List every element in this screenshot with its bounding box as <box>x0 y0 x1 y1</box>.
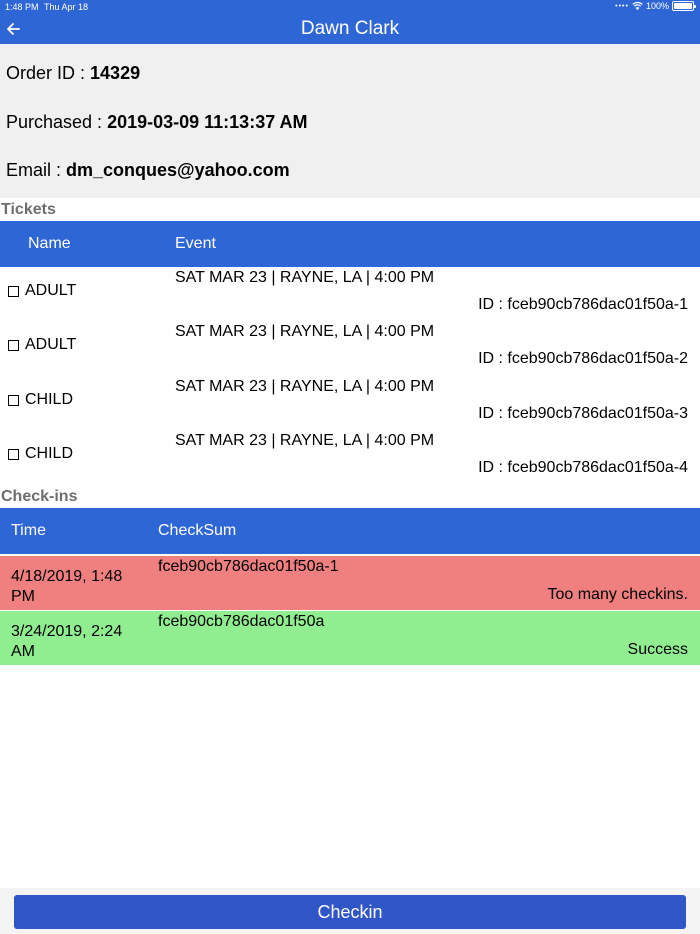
tickets-col-event: Event <box>175 235 216 252</box>
ticket-row[interactable]: CHILD SAT MAR 23 | RAYNE, LA | 4:00 PM I… <box>0 430 700 484</box>
ticket-name: CHILD <box>25 445 74 462</box>
footer-bar: Checkin <box>0 888 700 934</box>
ticket-name-cell: ADULT <box>8 336 76 354</box>
ticket-name: CHILD <box>25 391 74 408</box>
checkin-button[interactable]: Checkin <box>14 895 686 929</box>
ticket-row[interactable]: ADULT SAT MAR 23 | RAYNE, LA | 4:00 PM I… <box>0 321 700 375</box>
order-id-label: Order ID : <box>6 63 86 83</box>
ticket-name-cell: ADULT <box>8 282 76 300</box>
page-title: Dawn Clark <box>300 18 400 39</box>
purchased-label: Purchased : <box>6 112 103 132</box>
tickets-table-header: Name Event <box>0 221 700 267</box>
ticket-name-cell: CHILD <box>8 445 73 463</box>
battery-percent: 100% <box>645 1 669 11</box>
ticket-row[interactable]: CHILD SAT MAR 23 | RAYNE, LA | 4:00 PM I… <box>0 376 700 430</box>
order-id-row: Order ID : 14329 <box>6 63 140 84</box>
ticket-id: ID : fceb90cb786dac01f50a-4 <box>478 459 688 476</box>
email-label: Email : <box>6 160 62 180</box>
ticket-event: SAT MAR 23 | RAYNE, LA | 4:00 PM <box>175 323 435 340</box>
status-date: Thu Apr 18 <box>44 2 89 12</box>
battery-icon <box>672 1 696 11</box>
checkin-time: 4/18/2019, 1:48 PM <box>11 568 123 605</box>
checkin-status: Success <box>627 641 688 658</box>
status-bar: 1:48 PM Thu Apr 18 •••• 100% <box>0 0 700 14</box>
ticket-name: ADULT <box>25 282 77 299</box>
tickets-col-name: Name <box>28 235 71 252</box>
checkins-col-time: Time <box>11 522 46 539</box>
ticket-row[interactable]: ADULT SAT MAR 23 | RAYNE, LA | 4:00 PM I… <box>0 267 700 321</box>
checkin-row-error[interactable]: 4/18/2019, 1:48 PM fceb90cb786dac01f50a-… <box>0 556 700 610</box>
status-time: 1:48 PM <box>5 2 39 12</box>
checkbox-icon[interactable] <box>8 448 19 460</box>
ticket-name: ADULT <box>25 336 77 353</box>
checkin-status: Too many checkins. <box>547 586 688 603</box>
email-value: dm_conques@yahoo.com <box>66 160 290 180</box>
checkins-col-checksum: CheckSum <box>158 522 237 539</box>
checkin-checksum: fceb90cb786dac01f50a-1 <box>158 558 339 575</box>
purchased-value: 2019-03-09 11:13:37 AM <box>107 112 308 132</box>
checkbox-icon[interactable] <box>8 339 19 351</box>
ticket-event: SAT MAR 23 | RAYNE, LA | 4:00 PM <box>175 432 435 449</box>
checkins-section-title: Check-ins <box>1 488 78 505</box>
checkbox-icon[interactable] <box>8 394 19 406</box>
ticket-id: ID : fceb90cb786dac01f50a-2 <box>478 350 688 367</box>
nav-bar: Dawn Clark <box>0 14 700 44</box>
checkin-row-success[interactable]: 3/24/2019, 2:24 AM fceb90cb786dac01f50a … <box>0 611 700 665</box>
ticket-id: ID : fceb90cb786dac01f50a-3 <box>478 405 688 422</box>
ticket-event: SAT MAR 23 | RAYNE, LA | 4:00 PM <box>175 269 435 286</box>
ticket-id: ID : fceb90cb786dac01f50a-1 <box>478 296 688 313</box>
order-id-value: 14329 <box>90 63 141 83</box>
status-indicators: •••• 100% <box>615 1 696 11</box>
tickets-section-title: Tickets <box>1 201 56 218</box>
signal-dots-icon: •••• <box>615 2 629 10</box>
ticket-name-cell: CHILD <box>8 391 73 409</box>
checkbox-icon[interactable] <box>8 285 19 297</box>
checkin-checksum: fceb90cb786dac01f50a <box>158 613 325 630</box>
wifi-icon <box>632 2 643 11</box>
email-row: Email : dm_conques@yahoo.com <box>6 160 290 181</box>
ticket-event: SAT MAR 23 | RAYNE, LA | 4:00 PM <box>175 378 435 395</box>
purchased-row: Purchased : 2019-03-09 11:13:37 AM <box>6 112 308 133</box>
checkin-time: 3/24/2019, 2:24 AM <box>11 623 123 660</box>
order-info-panel: Order ID : 14329 Purchased : 2019-03-09 … <box>0 44 700 198</box>
checkins-table-header: Time CheckSum <box>0 508 700 554</box>
